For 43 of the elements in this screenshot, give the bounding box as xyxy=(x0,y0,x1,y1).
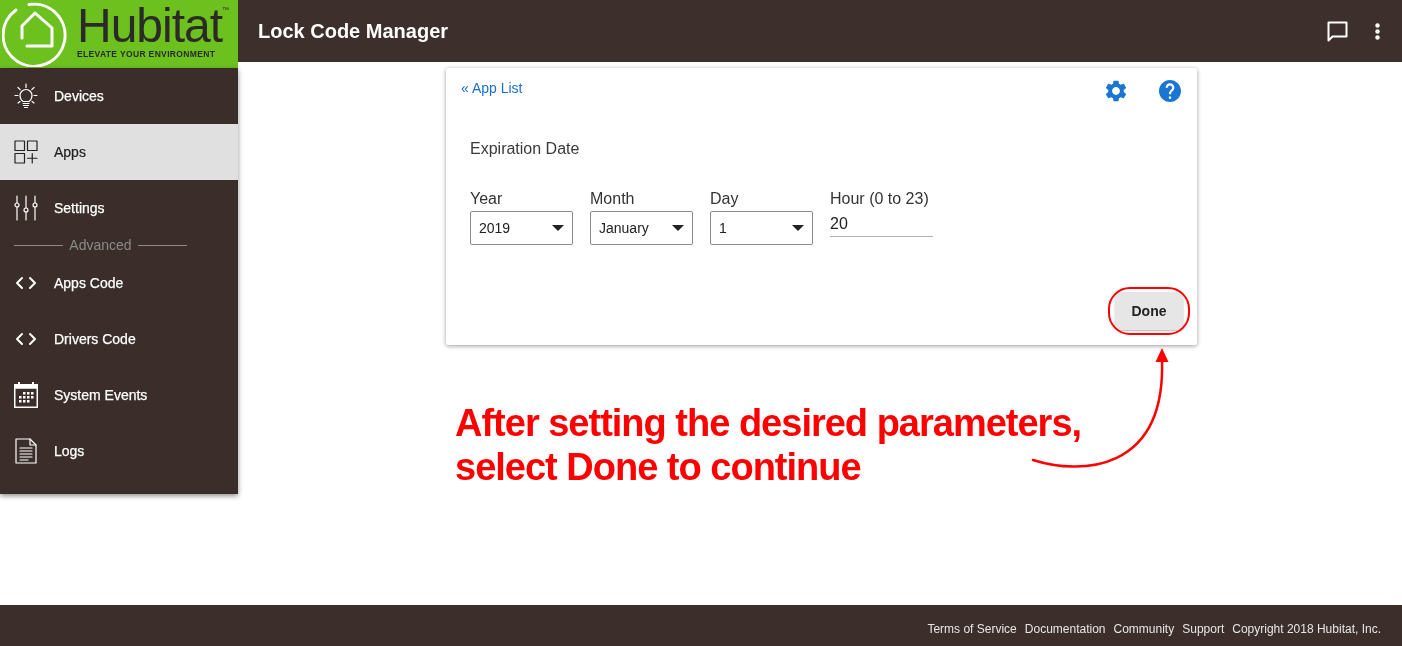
dropdown-field[interactable]: 1 xyxy=(710,211,813,245)
footer-link[interactable]: Documentation xyxy=(1024,620,1106,638)
copyright-text: Copyright 2018 Hubitat, Inc. xyxy=(1232,621,1381,638)
dropdown-caret-icon xyxy=(672,225,684,231)
nav-item[interactable]: Drivers Code xyxy=(0,311,238,367)
settings-icon[interactable] xyxy=(1105,80,1127,102)
done-button[interactable]: Done xyxy=(1115,292,1183,330)
lightbulb-icon xyxy=(14,83,38,109)
field-label: Hour (0 to 23) xyxy=(830,189,930,208)
dropdown-caret-icon xyxy=(792,225,804,231)
chat-bubble-icon[interactable] xyxy=(1327,20,1348,42)
field-label: Year xyxy=(470,189,504,208)
page-title: Lock Code Manager xyxy=(258,19,449,43)
footer-link[interactable]: Community xyxy=(1113,620,1175,638)
help-icon[interactable] xyxy=(1159,80,1181,102)
nav-item[interactable]: Apps Code xyxy=(0,255,238,311)
footer-link[interactable]: Support xyxy=(1182,620,1225,638)
code-brackets-icon xyxy=(15,332,37,346)
logo-tagline: ELEVATE YOUR ENVIRONMENT xyxy=(77,50,217,59)
dropdown-caret-icon xyxy=(552,225,564,231)
nav-item[interactable]: Apps xyxy=(0,124,238,180)
annotation-text: After setting the desired parameters, select Done to continue xyxy=(455,401,1082,489)
nav-item[interactable]: Logs xyxy=(0,423,238,479)
document-icon xyxy=(15,438,37,464)
field-label: Month xyxy=(590,189,636,208)
house-circle-logo-icon xyxy=(2,1,68,67)
code-brackets-icon xyxy=(15,276,37,290)
grid-plus-icon xyxy=(14,140,38,164)
section-heading: Advanced xyxy=(69,236,132,255)
text-input-field[interactable]: 20 xyxy=(830,211,933,237)
nav-item[interactable]: Settings xyxy=(0,180,238,236)
footer-link[interactable]: Terms of Service xyxy=(927,620,1017,638)
back-link[interactable]: « App List xyxy=(461,80,523,97)
logo-wordmark: Hubitat xyxy=(77,2,223,50)
dropdown-field[interactable]: 2019 xyxy=(470,211,573,245)
dropdown-field[interactable]: January xyxy=(590,211,693,245)
calendar-icon xyxy=(14,382,38,408)
nav-item[interactable]: System Events xyxy=(0,367,238,423)
more-menu-icon[interactable] xyxy=(1375,22,1380,40)
field-label: Day xyxy=(710,189,740,208)
sliders-icon xyxy=(14,195,38,221)
nav-item[interactable]: Devices xyxy=(0,68,238,124)
section-title: Expiration Date xyxy=(470,139,581,158)
